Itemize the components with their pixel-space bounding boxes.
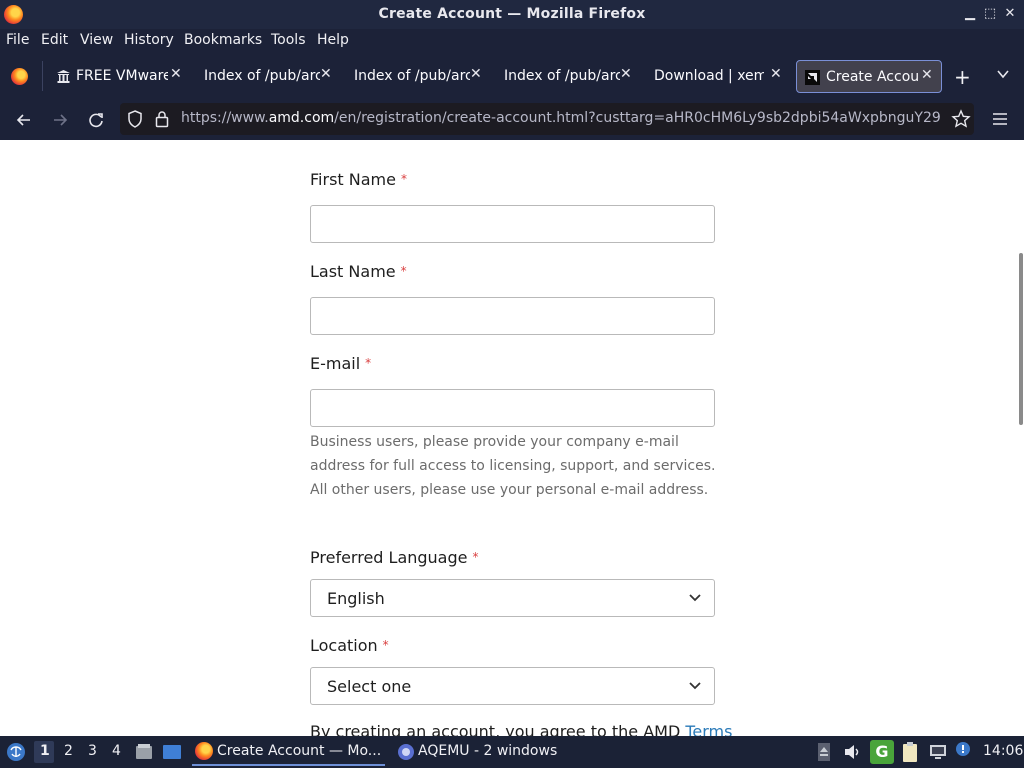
bank-icon: [57, 70, 70, 83]
tab-index-3[interactable]: Index of /pub/arc ✕: [498, 60, 640, 93]
shield-icon[interactable]: [126, 109, 144, 129]
last-name-label: Last Name *: [310, 262, 407, 281]
close-window-icon[interactable]: ✕: [1000, 4, 1020, 24]
maximize-icon[interactable]: ⬚: [980, 4, 1000, 24]
green-app-icon[interactable]: G: [870, 740, 894, 764]
required-mark: *: [472, 550, 479, 564]
bookmark-star-icon[interactable]: [951, 109, 971, 129]
taskbar: 1 2 3 4 Create Account — Mo... AQEMU - 2…: [0, 736, 1024, 768]
location-label: Location *: [310, 636, 389, 655]
menu-help[interactable]: Help: [317, 32, 349, 48]
required-mark: *: [400, 172, 407, 186]
new-tab-icon[interactable]: +: [954, 65, 971, 89]
chevron-down-icon: [689, 594, 701, 602]
location-select[interactable]: Select one: [310, 667, 715, 705]
tab-xemu[interactable]: Download | xemu ✕: [648, 60, 790, 93]
firefox-view-icon[interactable]: [11, 68, 28, 85]
tab-bar: FREE VMware ✕ Index of /pub/arc ✕ Index …: [0, 53, 1024, 99]
start-menu-icon[interactable]: [6, 742, 26, 762]
workspace-3[interactable]: 3: [88, 743, 97, 759]
first-name-label: First Name *: [310, 170, 407, 189]
workspace-4[interactable]: 4: [112, 743, 121, 759]
terms-link[interactable]: Terms: [685, 722, 732, 736]
firefox-icon: [195, 742, 213, 760]
notification-icon[interactable]: [953, 741, 973, 761]
chevron-down-icon: [689, 682, 701, 690]
menu-bookmarks[interactable]: Bookmarks: [184, 32, 262, 48]
volume-icon[interactable]: [842, 742, 862, 762]
window-titlebar: Create Account — Mozilla Firefox ▁ ⬚ ✕: [0, 0, 1024, 29]
tab-separator: [42, 61, 43, 91]
required-mark: *: [382, 638, 389, 652]
menu-file[interactable]: File: [6, 32, 29, 48]
tab-label: FREE VMware: [76, 68, 168, 84]
tab-label: Index of /pub/arc: [354, 68, 470, 84]
forward-icon[interactable]: [49, 109, 71, 131]
eject-icon[interactable]: [816, 742, 832, 762]
close-tab-icon[interactable]: ✕: [170, 67, 184, 81]
file-manager-icon[interactable]: [134, 742, 154, 762]
lock-icon[interactable]: [154, 109, 170, 129]
close-tab-icon[interactable]: ✕: [470, 67, 484, 81]
tab-index-1[interactable]: Index of /pub/arc ✕: [198, 60, 340, 93]
first-name-field[interactable]: [310, 205, 715, 243]
task-firefox[interactable]: Create Account — Mo...: [192, 738, 385, 766]
workspace-2[interactable]: 2: [64, 743, 73, 759]
menu-tools[interactable]: Tools: [271, 32, 306, 48]
language-select[interactable]: English: [310, 579, 715, 617]
close-tab-icon[interactable]: ✕: [320, 67, 334, 81]
tab-label: Download | xemu: [654, 68, 764, 84]
scrollbar-thumb[interactable]: [1019, 253, 1023, 425]
tab-label: Create Accoun: [826, 69, 918, 85]
window-title: Create Account — Mozilla Firefox: [378, 6, 646, 22]
tab-label: Index of /pub/arc: [504, 68, 620, 84]
amd-logo-icon: [805, 70, 820, 85]
tab-create-account[interactable]: Create Accoun ✕: [796, 60, 942, 93]
language-label: Preferred Language *: [310, 548, 479, 567]
task-aqemu[interactable]: AQEMU - 2 windows: [395, 738, 565, 766]
last-name-field[interactable]: [310, 297, 715, 335]
hamburger-menu-icon[interactable]: [991, 111, 1009, 127]
tab-label: Index of /pub/arc: [204, 68, 320, 84]
back-icon[interactable]: [13, 109, 35, 131]
workspace-1[interactable]: 1: [40, 743, 50, 759]
clock: 14:06: [983, 743, 1024, 759]
reload-icon[interactable]: [85, 109, 107, 131]
close-tab-icon[interactable]: ✕: [620, 67, 634, 81]
url-text[interactable]: https://www.amd.com/en/registration/crea…: [181, 110, 941, 126]
menu-history[interactable]: History: [124, 32, 174, 48]
network-icon[interactable]: [928, 743, 948, 761]
email-label: E-mail *: [310, 354, 372, 373]
tab-index-2[interactable]: Index of /pub/arc ✕: [348, 60, 490, 93]
required-mark: *: [400, 264, 407, 278]
email-field[interactable]: [310, 389, 715, 427]
desktop-icon[interactable]: [162, 742, 182, 762]
aqemu-icon: [398, 744, 414, 760]
terms-text: By creating an account, you agree to the…: [310, 722, 732, 736]
menu-edit[interactable]: Edit: [41, 32, 68, 48]
chevron-down-icon[interactable]: [996, 67, 1010, 81]
tab-vmware[interactable]: FREE VMware ✕: [50, 60, 190, 93]
menu-bar: File Edit View History Bookmarks Tools H…: [0, 29, 1024, 53]
page-content: First Name * Last Name * E-mail * Business …: [0, 140, 1024, 736]
minimize-icon[interactable]: ▁: [960, 4, 980, 24]
close-tab-icon[interactable]: ✕: [921, 68, 935, 82]
close-tab-icon[interactable]: ✕: [770, 67, 784, 81]
menu-view[interactable]: View: [80, 32, 113, 48]
email-help-text: Business users, please provide your comp…: [310, 434, 716, 498]
task-label: Create Account — Mo...: [217, 743, 382, 759]
location-value: Select one: [327, 677, 412, 696]
required-mark: *: [365, 356, 372, 370]
clipboard-icon[interactable]: [900, 741, 920, 763]
language-value: English: [327, 589, 385, 608]
task-label: AQEMU - 2 windows: [418, 743, 558, 759]
